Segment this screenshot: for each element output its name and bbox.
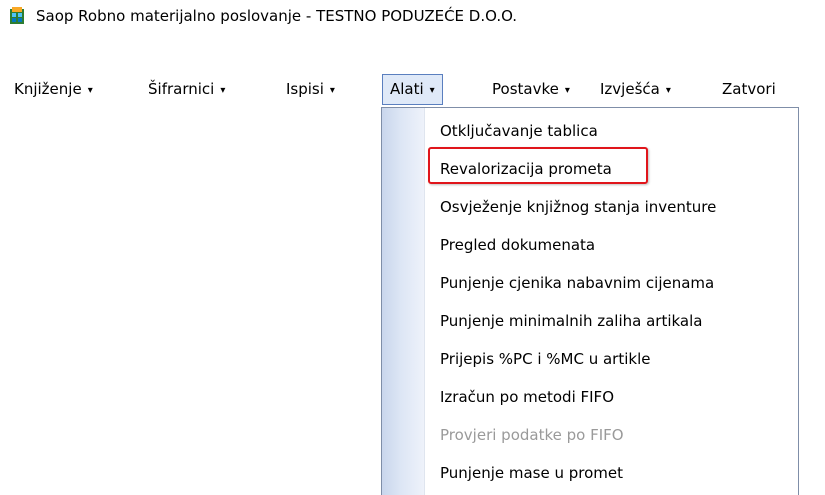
menu-item-izracun-fifo[interactable]: Izračun po metodi FIFO	[428, 378, 790, 416]
menu-item-prijepis-pc-mc[interactable]: Prijepis %PC i %MC u artikle	[428, 340, 790, 378]
menu-alati-label: Alati	[390, 80, 424, 98]
menu-ispisi[interactable]: Ispisi ▾	[286, 74, 335, 105]
menu-icon-gutter	[382, 108, 425, 495]
window-title: Saop Robno materijalno poslovanje - TEST…	[36, 7, 518, 25]
menu-item-osvjezenje-knjiznog-stanja[interactable]: Osvježenje knjižnog stanja inventure	[428, 188, 790, 226]
chevron-down-icon: ▾	[564, 85, 570, 96]
menu-postavke-label: Postavke	[492, 80, 559, 98]
chevron-down-icon: ▾	[665, 85, 671, 96]
menu-zatvori-label: Zatvori	[722, 80, 776, 98]
menu-item-provjeri-podatke-fifo: Provjeri podatke po FIFO	[440, 426, 624, 444]
menu-izvjesca[interactable]: Izvješća ▾	[600, 74, 671, 105]
chevron-down-icon: ▾	[429, 85, 435, 96]
menu-knjizenje[interactable]: Knjiženje ▾	[14, 74, 93, 105]
chevron-down-icon: ▾	[87, 85, 93, 96]
chevron-down-icon: ▾	[329, 85, 335, 96]
menu-item-otkljucavanje-tablica[interactable]: Otključavanje tablica	[428, 112, 790, 150]
menu-ispisi-label: Ispisi	[286, 80, 324, 98]
menu-sifrarnici-label: Šifrarnici	[148, 80, 215, 98]
menu-knjizenje-label: Knjiženje	[14, 80, 82, 98]
menu-bar: Knjiženje ▾ Šifrarnici ▾ Ispisi ▾ Alati ▾ Po…	[0, 74, 825, 107]
menu-sifrarnici[interactable]: Šifrarnici ▾	[148, 74, 225, 105]
app-icon	[10, 7, 24, 24]
title-bar: Saop Robno materijalno poslovanje - TEST…	[0, 0, 825, 60]
menu-item-punjenje-mase[interactable]: Punjenje mase u promet	[428, 454, 790, 492]
menu-item-pregled-dokumenata[interactable]: Pregled dokumenata	[428, 226, 790, 264]
menu-izvjesca-label: Izvješća	[600, 80, 660, 98]
menu-item-punjenje-cjenika[interactable]: Punjenje cjenika nabavnim cijenama	[428, 264, 790, 302]
annotation-highlight-box	[428, 147, 648, 184]
menu-zatvori[interactable]: Zatvori	[722, 74, 776, 105]
chevron-down-icon: ▾	[220, 85, 226, 96]
menu-item-punjenje-minimalnih-zaliha[interactable]: Punjenje minimalnih zaliha artikala	[428, 302, 790, 340]
menu-alati[interactable]: Alati ▾	[382, 74, 443, 105]
menu-postavke[interactable]: Postavke ▾	[492, 74, 570, 105]
